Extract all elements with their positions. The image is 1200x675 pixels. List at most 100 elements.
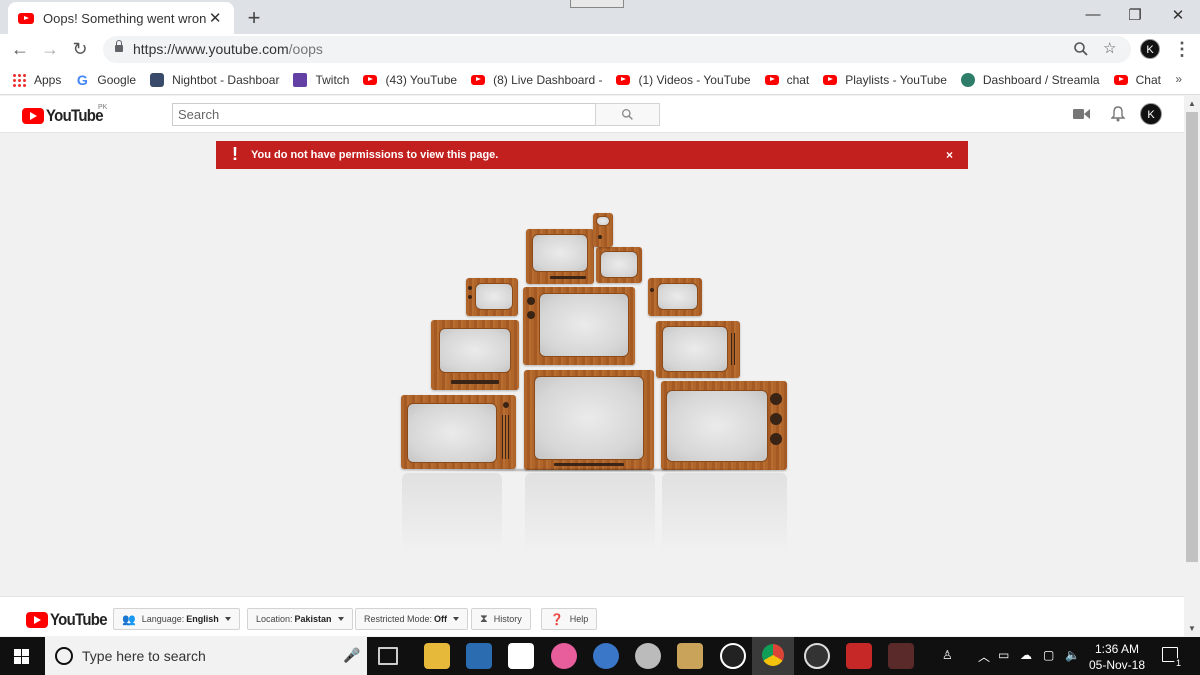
history-button[interactable]: ⧗ History	[471, 608, 531, 630]
tv-screen	[600, 251, 638, 278]
bookmark-nightbot[interactable]: Nightbot - Dashboar	[150, 72, 279, 87]
tv-screen	[439, 328, 511, 373]
scroll-up-icon[interactable]: ▲	[1188, 99, 1196, 108]
youtube-account-avatar[interactable]: K	[1140, 103, 1162, 125]
new-tab-button[interactable]: +	[244, 5, 264, 31]
alert-message: You do not have permissions to view this…	[251, 149, 499, 161]
window-drag-handle[interactable]	[570, 0, 624, 8]
tv-knob	[468, 295, 472, 299]
url-text[interactable]: https://www.youtube.com/oops	[133, 41, 323, 57]
app-globe-icon[interactable]	[593, 643, 619, 669]
windows-start-icon[interactable]	[14, 649, 30, 665]
restricted-mode-button[interactable]: Restricted Mode: Off	[355, 608, 469, 630]
youtube-logo[interactable]: YouTube PK	[22, 104, 111, 126]
minimize-button[interactable]: —	[1083, 6, 1103, 23]
taskbar-search-box[interactable]: Type here to search 🎤	[45, 637, 367, 675]
obs-icon[interactable]	[804, 643, 830, 669]
bookmark-streamlabs[interactable]: Dashboard / Streamla	[960, 72, 1100, 87]
notification-count-badge: 1	[1173, 658, 1183, 668]
mail-icon[interactable]	[508, 643, 534, 669]
xbox-icon[interactable]	[720, 643, 746, 669]
app-disc-icon[interactable]	[635, 643, 661, 669]
floor-shadow	[385, 468, 805, 472]
microsoft-store-icon[interactable]	[466, 643, 492, 669]
bookmark-label: (1) Videos - YouTube	[638, 72, 751, 87]
tv-top-tiny	[593, 213, 613, 247]
network-icon[interactable]: ▭	[998, 648, 1009, 662]
location-picker-button[interactable]: Location: Pakistan	[247, 608, 353, 630]
tv-knob	[770, 433, 782, 445]
tv-middle-center	[523, 287, 635, 365]
chrome-profile-avatar[interactable]: K	[1140, 39, 1160, 59]
file-explorer-icon[interactable]	[424, 643, 450, 669]
app-game-icon[interactable]	[888, 643, 914, 669]
clock-time: 1:36 AM	[1094, 642, 1140, 656]
chrome-taskbar-button[interactable]	[752, 637, 794, 675]
language-value: English	[186, 614, 219, 624]
bookmark-twitch[interactable]: Twitch	[293, 72, 350, 87]
language-picker-button[interactable]: 👥 Language: English	[113, 608, 240, 630]
bookmark-chat-lower[interactable]: chat	[764, 73, 809, 87]
bookmark-youtube[interactable]: (43) YouTube	[363, 73, 457, 87]
search-input[interactable]: Search	[172, 103, 596, 126]
youtube-footer: YouTube 👥 Language: English Location: Paki…	[0, 596, 1184, 636]
tv-slot	[451, 380, 499, 384]
cortana-ring-icon	[55, 647, 73, 665]
language-label: Language:	[141, 614, 185, 624]
people-icon[interactable]: ♙	[942, 648, 953, 662]
chrome-menu-icon[interactable]: ⋮	[1172, 39, 1192, 60]
bookmark-videos[interactable]: (1) Videos - YouTube	[616, 72, 751, 87]
reload-button[interactable]: ↻	[70, 39, 90, 60]
bookmark-star-icon[interactable]: ☆	[1103, 39, 1116, 57]
bookmark-chat[interactable]: Chat	[1113, 73, 1161, 87]
paint-icon[interactable]	[677, 643, 703, 669]
microphone-icon[interactable]: 🎤	[343, 647, 360, 664]
tv-screen	[657, 283, 698, 310]
youtube-icon	[823, 74, 838, 85]
app-red-icon[interactable]	[846, 643, 872, 669]
onedrive-cloud-icon[interactable]: ☁	[1020, 648, 1032, 662]
tv-screen	[539, 293, 629, 357]
action-center-icon[interactable]: 1	[1162, 647, 1183, 668]
bookmark-playlists[interactable]: Playlists - YouTube	[823, 73, 947, 87]
tv-knob	[503, 402, 509, 408]
bookmark-label: Apps	[34, 72, 62, 87]
forward-button[interactable]: →	[40, 39, 60, 60]
itunes-icon[interactable]	[551, 643, 577, 669]
back-button[interactable]: ←	[10, 39, 30, 60]
close-window-button[interactable]: ✕	[1168, 6, 1188, 24]
tab-close-button[interactable]: ✕	[206, 9, 224, 27]
taskbar-clock[interactable]: 1:36 AM 05-Nov-18	[1082, 641, 1152, 673]
volume-icon[interactable]: 🔈	[1065, 648, 1080, 662]
tv-grill	[502, 415, 511, 459]
page-scrollbar[interactable]: ▲ ▼	[1184, 96, 1200, 636]
notifications-bell-icon[interactable]	[1111, 106, 1125, 122]
footer-youtube-logo[interactable]: YouTube	[26, 610, 115, 630]
clock-date: 05-Nov-18	[1088, 658, 1146, 672]
address-bar[interactable]: https://www.youtube.com/oops ☆	[103, 36, 1131, 63]
tv-knob	[770, 393, 782, 405]
tv-screen	[666, 390, 768, 462]
region-code: PK	[98, 104, 108, 111]
browser-tab-active[interactable]: Oops! Something went wrong. - ✕	[8, 2, 234, 34]
alert-close-button[interactable]: ×	[946, 148, 953, 162]
tv-reflection	[662, 473, 787, 553]
scrollbar-thumb[interactable]	[1186, 112, 1198, 562]
upload-video-camera-icon[interactable]	[1073, 108, 1090, 120]
search-button[interactable]	[595, 103, 660, 126]
scroll-down-icon[interactable]: ▼	[1188, 624, 1196, 633]
help-question-icon: ❓	[550, 613, 564, 626]
help-button[interactable]: ❓ Help	[541, 608, 598, 630]
bookmark-label: Playlists - YouTube	[845, 72, 947, 87]
show-hidden-icons-chevron-icon[interactable]: ︿	[978, 648, 990, 665]
restore-button[interactable]: ❐	[1125, 6, 1145, 24]
bookmark-label: Twitch	[315, 72, 350, 87]
bookmark-google[interactable]: G Google	[75, 73, 136, 87]
zoom-search-icon[interactable]	[1073, 41, 1089, 57]
bookmark-apps[interactable]: Apps	[12, 72, 62, 87]
tv-middle-left	[431, 320, 519, 390]
display-icon[interactable]: ▢	[1043, 648, 1054, 662]
bookmarks-overflow-button[interactable]: »	[1175, 72, 1182, 86]
task-view-icon[interactable]	[378, 647, 398, 665]
bookmark-live-dashboard[interactable]: (8) Live Dashboard -	[471, 73, 602, 87]
